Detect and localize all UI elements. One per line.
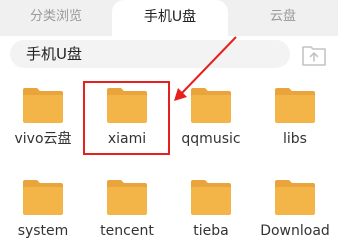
folder-item[interactable]: vivo云盘	[1, 86, 85, 152]
tab-bar: 分类浏览 手机U盘 云盘	[0, 0, 338, 36]
folder-label: qqmusic	[181, 131, 241, 147]
path-label: 手机U盘	[26, 45, 82, 63]
folder-label: tieba	[193, 223, 229, 239]
path-bar[interactable]: 手机U盘	[10, 40, 290, 68]
folder-label: Download	[260, 223, 330, 239]
folder-label: system	[17, 223, 69, 239]
folder-item[interactable]: system	[1, 178, 85, 244]
folder-icon	[275, 88, 315, 123]
folder-icon	[191, 88, 231, 123]
folder-item[interactable]: tencent	[85, 178, 169, 244]
upload-icon[interactable]	[302, 44, 326, 66]
highlight-box	[83, 81, 170, 155]
folder-icon	[23, 88, 63, 123]
folder-label: vivo云盘	[14, 131, 72, 147]
folder-item[interactable]: tieba	[169, 178, 253, 244]
folder-item[interactable]: libs	[253, 86, 337, 152]
tab-cloud[interactable]: 云盘	[228, 0, 338, 36]
folder-icon	[107, 180, 147, 215]
folder-icon	[191, 180, 231, 215]
folder-icon	[23, 180, 63, 215]
tab-category-browse[interactable]: 分类浏览	[0, 0, 112, 36]
folder-item[interactable]: Download	[253, 178, 337, 244]
tab-phone-usb[interactable]: 手机U盘	[112, 0, 228, 36]
folder-icon	[275, 180, 315, 215]
folder-item[interactable]: qqmusic	[169, 86, 253, 152]
folder-label: libs	[283, 131, 307, 147]
folder-label: tencent	[100, 223, 154, 239]
